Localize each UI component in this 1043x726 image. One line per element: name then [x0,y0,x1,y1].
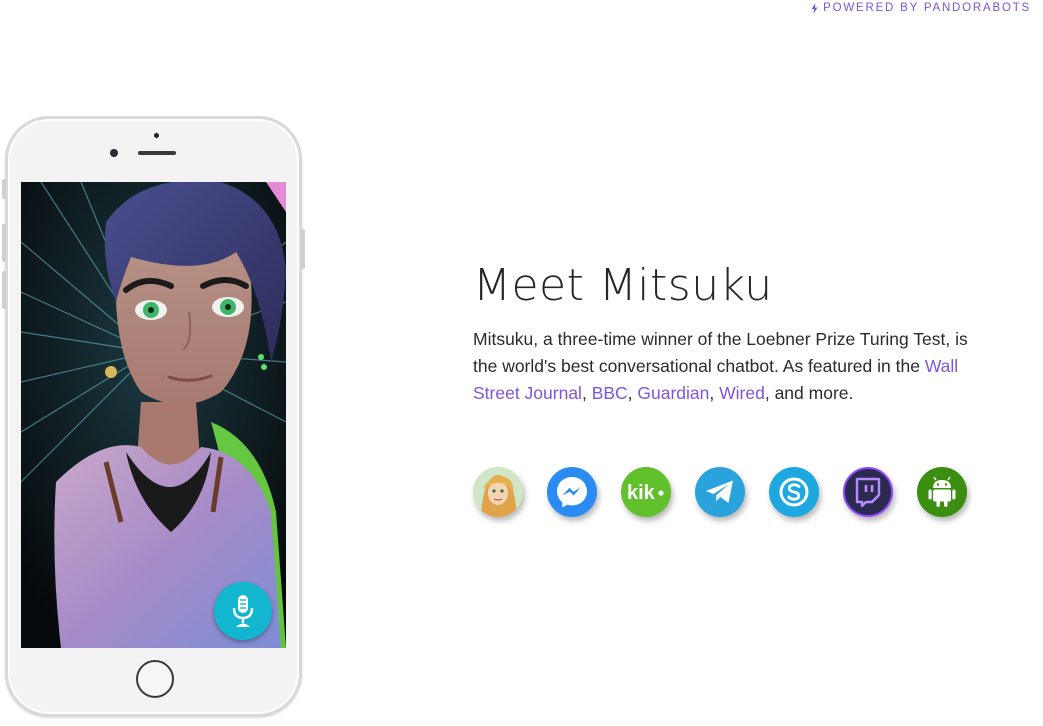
skype-icon [779,477,809,507]
phone-volume-down-button [2,271,6,309]
powered-by-text: POWERED BY PANDORABOTS [823,2,1031,14]
microphone-icon [232,595,254,627]
phone-camera [110,149,118,157]
phone-speaker [138,151,176,155]
svg-text:kik: kik [627,482,656,504]
mitsuku-avatar-icon [473,467,523,517]
comma-separator: , [627,383,638,403]
avatar-screen [21,182,286,648]
channel-skype-button[interactable] [769,467,819,517]
page-title: Meet Mitsuku [473,260,773,311]
description: Mitsuku, a three-time winner of the Loeb… [473,326,978,407]
phone-mockup [2,116,305,717]
avatar-image [21,182,286,648]
channel-twitch-button[interactable] [843,467,893,517]
kik-icon: kik [627,482,664,504]
comma-separator: , [581,383,592,403]
telegram-icon [706,480,733,503]
link-guardian[interactable]: Guardian [637,383,709,403]
phone-side-button [2,179,6,199]
channel-telegram-button[interactable] [695,467,745,517]
phone-volume-up-button [2,224,6,262]
phone-power-button [301,229,305,269]
channel-list: kik [473,467,967,517]
link-wired[interactable]: Wired [719,383,765,403]
intro-section: Meet Mitsuku Mitsuku, a three-time winne… [473,256,993,407]
channel-messenger-button[interactable] [547,467,597,517]
lightning-bolt-icon [811,2,818,14]
description-end: , and more. [764,383,854,403]
phone-sensor [154,133,159,138]
powered-by-link[interactable]: POWERED BY PANDORABOTS [811,2,1031,14]
channel-webchat-button[interactable] [473,467,523,517]
link-bbc[interactable]: BBC [592,383,628,403]
phone-home-button [136,660,174,698]
messenger-icon [557,477,587,508]
comma-separator: , [709,383,720,403]
description-text: Mitsuku, a three-time winner of the Loeb… [473,329,968,376]
microphone-button[interactable] [214,582,272,640]
channel-android-button[interactable] [917,467,967,517]
channel-kik-button[interactable]: kik [621,467,671,517]
twitch-icon [855,477,881,507]
android-icon [928,476,956,507]
